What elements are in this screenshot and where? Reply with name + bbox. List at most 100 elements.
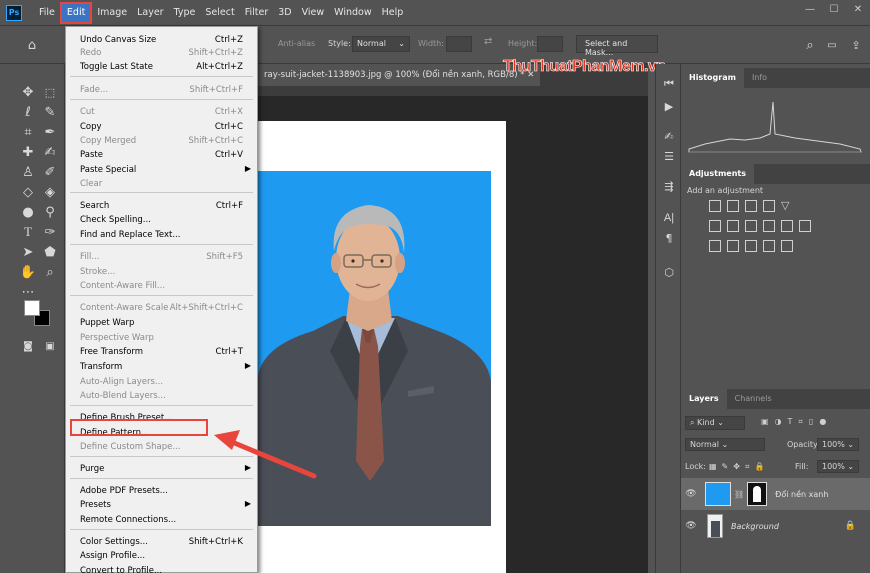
screen-mode-icon[interactable]: ▣ (40, 336, 60, 356)
edit-menu-item[interactable]: Assign Profile... (66, 550, 257, 564)
swap-icon[interactable]: ⇄ (484, 36, 492, 47)
menu-filter[interactable]: Filter (240, 0, 274, 26)
brush-tool-icon[interactable]: ✍ (40, 142, 60, 162)
edit-menu-item[interactable]: Color Settings... Shift+Ctrl+K (66, 536, 257, 550)
visibility-eye-icon[interactable]: 👁 (681, 521, 701, 531)
blur-tool-icon[interactable]: ● (18, 202, 38, 222)
marquee-tool-icon[interactable]: ⬚ (40, 82, 60, 102)
home-icon[interactable]: ⌂ (22, 35, 42, 55)
brush-settings-icon[interactable]: ✍ (661, 128, 677, 144)
selective-color-icon[interactable] (763, 240, 775, 252)
menu-file[interactable]: File (34, 0, 60, 26)
share-icon[interactable]: ⇪ (846, 35, 866, 55)
menu-view[interactable]: View (297, 0, 330, 26)
menu-edit[interactable]: Edit (59, 1, 93, 24)
layer-filter-icons[interactable]: ▣◑T⌗▯● (761, 417, 832, 427)
edit-menu-item[interactable]: Remote Connections... (66, 514, 257, 528)
layer-mask-thumbnail[interactable] (747, 482, 768, 506)
style-select[interactable]: Normal ⌄ (352, 36, 410, 52)
menu-help[interactable]: Help (377, 0, 409, 26)
eraser-tool-icon[interactable]: ◇ (18, 182, 38, 202)
curves-icon[interactable] (745, 200, 757, 212)
tab-layers[interactable]: Layers (681, 389, 727, 409)
quick-mask-icon[interactable]: ◙ (18, 336, 38, 356)
edit-menu-item[interactable]: Adobe PDF Presets... (66, 485, 257, 499)
edit-menu-item[interactable]: Transform ▶ (66, 361, 257, 375)
edit-menu-item[interactable]: Free Transform Ctrl+T (66, 346, 257, 360)
vibrance-icon[interactable]: ▽ (781, 200, 793, 212)
color-balance-icon[interactable] (727, 220, 739, 232)
lasso-tool-icon[interactable]: ℓ (18, 102, 38, 122)
quick-select-tool-icon[interactable]: ✎ (40, 102, 60, 122)
photo-filter-icon[interactable] (763, 220, 775, 232)
properties-icon[interactable]: ☰ (661, 148, 677, 164)
menu-select[interactable]: Select (200, 0, 239, 26)
path-select-icon[interactable]: ➤ (18, 242, 38, 262)
fill-input[interactable]: 100% ⌄ (817, 460, 860, 473)
history-panel-icon[interactable]: ⏮ (661, 76, 677, 92)
menu-type[interactable]: Type (169, 0, 201, 26)
hue-saturation-icon[interactable] (709, 220, 721, 232)
edit-menu-item[interactable]: Presets ▶ (66, 499, 257, 513)
visibility-eye-icon[interactable]: 👁 (681, 489, 701, 499)
workspace-icon[interactable]: ▭ (822, 35, 842, 55)
channel-mixer-icon[interactable] (781, 220, 793, 232)
move-tool-icon[interactable]: ✥ (18, 82, 38, 102)
edit-menu-item[interactable]: Check Spelling... (66, 214, 257, 228)
gradient-tool-icon[interactable]: ◈ (40, 182, 60, 202)
paragraph-icon[interactable]: ¶ (661, 230, 677, 246)
history-brush-icon[interactable]: ✐ (40, 162, 60, 182)
posterize-icon[interactable] (727, 240, 739, 252)
zoom-tool-icon[interactable]: ⌕ (40, 262, 60, 282)
menu-layer[interactable]: Layer (132, 0, 169, 26)
black-white-icon[interactable] (745, 220, 757, 232)
width-input[interactable] (446, 36, 472, 52)
foreground-color[interactable] (24, 300, 40, 316)
edit-menu-item[interactable]: Find and Replace Text... (66, 229, 257, 243)
edit-menu-item[interactable]: Copy Ctrl+C (66, 121, 257, 135)
search-icon[interactable]: ⌕ (800, 35, 820, 55)
menu-window[interactable]: Window (329, 0, 376, 26)
threshold-icon[interactable] (745, 240, 757, 252)
invert-icon[interactable] (709, 240, 721, 252)
edit-menu-item[interactable]: Search Ctrl+F (66, 200, 257, 214)
menu-3d[interactable]: 3D (273, 0, 296, 26)
eyedropper-tool-icon[interactable]: ✒ (40, 122, 60, 142)
height-input[interactable] (537, 36, 563, 52)
color-lookup-icon[interactable] (799, 220, 811, 232)
hand-tool-icon[interactable]: ✋ (18, 262, 38, 282)
healing-tool-icon[interactable]: ✚ (18, 142, 38, 162)
menu-image[interactable]: Image (92, 0, 132, 26)
lock-icons[interactable]: ▦✎✥⌗🔒 (709, 462, 769, 472)
brightness-icon[interactable] (709, 200, 721, 212)
edit-menu-item[interactable]: Convert to Profile... (66, 565, 257, 573)
pen-tool-icon[interactable]: ✑ (40, 222, 60, 242)
edit-menu-item[interactable]: Paste Ctrl+V (66, 149, 257, 163)
layer-row-selected[interactable]: 👁 ⛓ Đổi nền xanh (681, 478, 870, 510)
dodge-tool-icon[interactable]: ⚲ (40, 202, 60, 222)
filter-kind[interactable]: ⌕ Kind ⌄ (685, 416, 745, 430)
blend-mode-select[interactable]: Normal ⌄ (685, 438, 765, 451)
layer-row-background[interactable]: 👁 Background 🔒 (681, 510, 870, 542)
actions-play-icon[interactable]: ▶ (661, 98, 677, 114)
tab-info[interactable]: Info (744, 68, 775, 88)
crop-tool-icon[interactable]: ⌗ (18, 122, 38, 142)
edit-menu-item[interactable]: Paste Special ▶ (66, 164, 257, 178)
levels-icon[interactable] (727, 200, 739, 212)
gradient-map-icon[interactable] (781, 240, 793, 252)
edit-menu-item[interactable]: Puppet Warp (66, 317, 257, 331)
minimize-icon[interactable]: — (798, 0, 822, 18)
edit-menu-item[interactable]: Toggle Last State Alt+Ctrl+Z (66, 61, 257, 75)
character-icon[interactable]: A| (661, 210, 677, 226)
exposure-icon[interactable] (763, 200, 775, 212)
shape-tool-icon[interactable]: ⬟ (40, 242, 60, 262)
opacity-input[interactable]: 100% ⌄ (817, 438, 860, 451)
more-tools-icon[interactable]: ⋯ (18, 282, 38, 302)
tab-histogram[interactable]: Histogram (681, 68, 744, 88)
select-and-mask-button[interactable]: Select and Mask... (576, 35, 658, 57)
paragraph-styles-icon[interactable]: ⇶ (661, 178, 677, 194)
document-tab[interactable]: ray-suit-jacket-1138903.jpg @ 100% (Đổi … (258, 64, 541, 86)
edit-menu-item[interactable]: Undo Canvas Size Ctrl+Z (66, 34, 257, 48)
stamp-tool-icon[interactable]: ♙ (18, 162, 38, 182)
type-tool-icon[interactable]: T (18, 222, 38, 242)
